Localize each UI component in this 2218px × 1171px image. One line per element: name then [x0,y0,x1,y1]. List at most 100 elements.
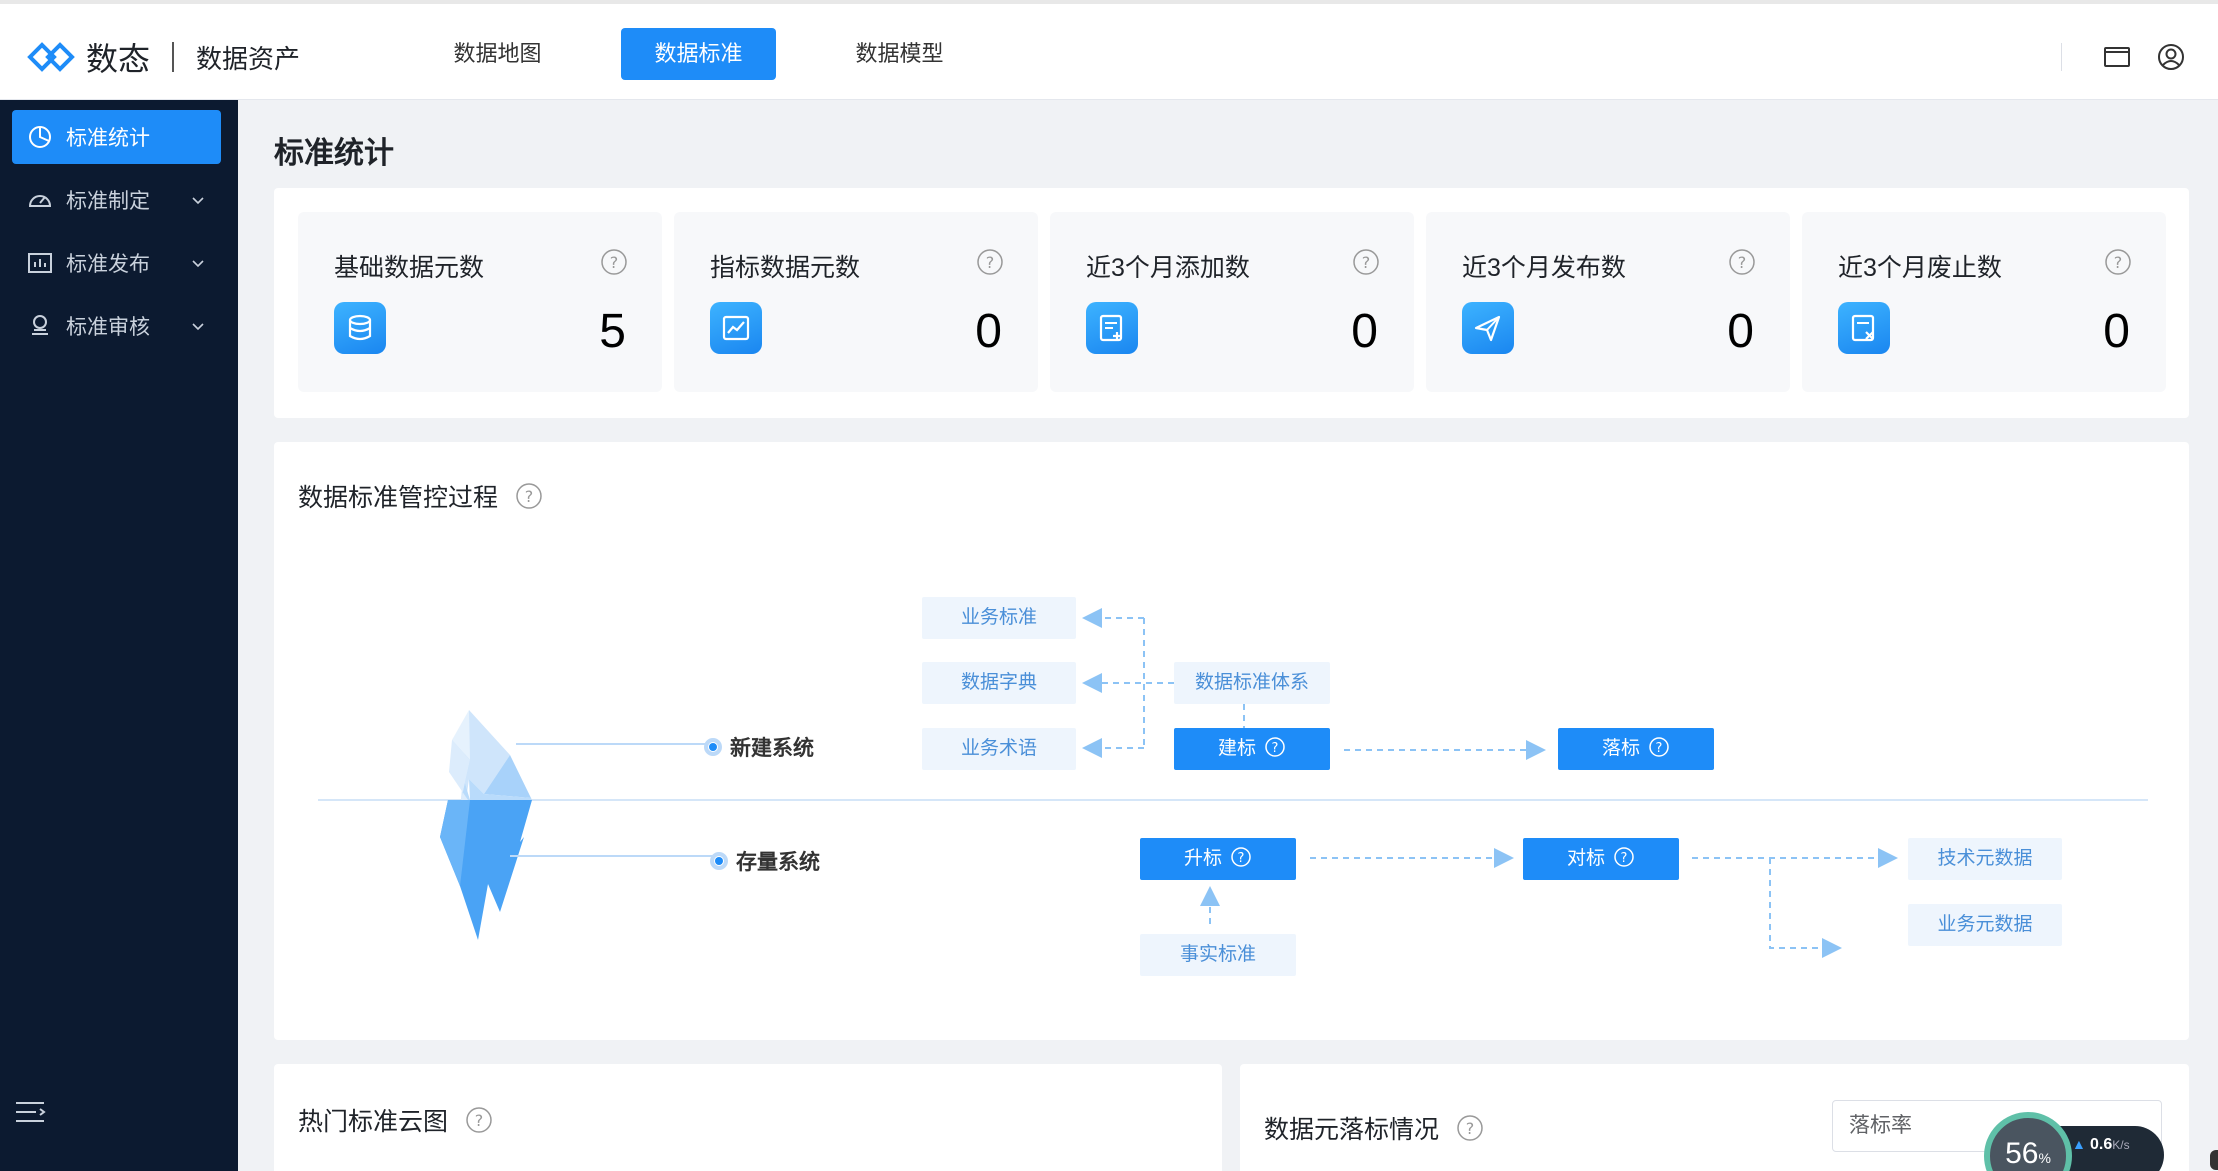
sidebar-item-label: 标准制定 [66,190,150,213]
upgrade-standard-button[interactable]: 升标? [1140,838,1296,880]
page-title: 标准统计 [274,137,394,170]
header-divider [2061,43,2062,71]
svg-text:?: ? [610,253,619,272]
usage-gauge: 56% [1984,1112,2072,1171]
dashboard-icon [28,195,52,207]
svg-text:?: ? [475,1111,484,1130]
pie-chart-icon [29,126,51,148]
business-terms-box[interactable]: 业务术语 [922,728,1076,770]
stat-card-abolished: 近3个月废止数 ? 0 [1802,212,2166,392]
data-dictionary-box[interactable]: 数据字典 [922,662,1076,704]
new-system-text: 新建系统 [730,737,814,760]
stat-label: 近3个月废止数 [1838,254,2002,282]
user-icon[interactable] [2156,42,2186,72]
stat-card-published: 近3个月发布数 ? 0 [1426,212,1790,392]
logo-icon [27,42,75,72]
stat-label: 近3个月发布数 [1462,254,1626,282]
help-icon[interactable]: ? [1230,846,1252,868]
land-label: 落标 [1601,738,1640,759]
speed-unit: K/s [2112,1138,2130,1152]
upload-arrow-icon: ▲ [2072,1136,2086,1152]
hot-cloud-title-text: 热门标准云图 [298,1108,449,1136]
window-icon[interactable] [2102,42,2132,72]
stat-card-basic: 基础数据元数 ? 5 [298,212,662,392]
speed-value: 0.6 [2090,1136,2113,1153]
new-system-label: 新建系统 [704,732,814,762]
usage-percent: 56 [2005,1137,2039,1170]
svg-text:?: ? [1238,851,1245,866]
svg-text:?: ? [1621,851,1628,866]
hot-standard-cloud-panel: 热门标准云图 ? [274,1064,1222,1171]
align-label: 对标 [1566,848,1605,869]
bullet-icon [704,738,722,756]
help-icon[interactable]: ? [976,248,1004,276]
line-chart-icon [710,302,762,354]
bar-chart-icon [28,253,52,273]
align-standard-button[interactable]: 对标? [1523,838,1679,880]
existing-system-label: 存量系统 [710,846,820,876]
stat-value: 0 [975,305,1002,358]
sidebar-item-stats[interactable]: 标准统计 [12,110,221,164]
build-standard-button[interactable]: 建标? [1174,728,1330,770]
help-icon[interactable]: ? [1455,1113,1485,1143]
stamp-icon [32,315,48,335]
svg-text:?: ? [1466,1119,1475,1138]
logo-divider [172,42,175,72]
nav-data-map[interactable]: 数据地图 [420,28,575,80]
logo[interactable]: 数态 数据资产 [26,34,300,80]
help-icon[interactable]: ? [1613,846,1635,868]
land-standard-button[interactable]: 落标? [1558,728,1714,770]
sidebar: 标准统计 标准制定 标准发布 标准审核 [0,100,238,1171]
business-metadata-box[interactable]: 业务元数据 [1908,904,2062,946]
help-icon[interactable]: ? [1728,248,1756,276]
menu-collapse-icon[interactable] [14,1097,48,1127]
help-icon[interactable]: ? [1352,248,1380,276]
help-icon[interactable]: ? [464,1105,494,1135]
sidebar-item-publish[interactable]: 标准发布 [12,236,221,290]
svg-text:?: ? [2114,253,2123,272]
edge-handle[interactable] [2210,1150,2218,1170]
stat-card-indicator: 指标数据元数 ? 0 [674,212,1038,392]
document-remove-icon [1838,302,1890,354]
send-icon [1462,302,1514,354]
help-icon[interactable]: ? [1264,736,1286,758]
sidebar-item-define[interactable]: 标准制定 [12,173,221,227]
standard-system-box[interactable]: 数据标准体系 [1174,662,1330,704]
bullet-icon [710,852,728,870]
database-icon [334,302,386,354]
sidebar-item-review[interactable]: 标准审核 [12,299,221,353]
svg-text:?: ? [1656,741,1663,756]
nav-data-standard[interactable]: 数据标准 [621,28,776,80]
help-icon[interactable]: ? [1648,736,1670,758]
stats-panel: 基础数据元数 ? 5 指标数据元数 ? 0 近3个月添加数 ? 0 近3个月发布… [274,188,2189,418]
header-actions [2061,42,2186,72]
business-standard-box[interactable]: 业务标准 [922,597,1076,639]
stat-value: 0 [1351,305,1378,358]
sidebar-item-label: 标准发布 [66,253,150,276]
top-header: 数态 数据资产 数据地图 数据标准 数据模型 [0,0,2218,100]
tech-metadata-box[interactable]: 技术元数据 [1908,838,2062,880]
process-panel: 数据标准管控过程 ? 新建系统 存量系统 业务标准 数据字典 业务术语 数据标准… [274,442,2189,1040]
stat-value: 0 [1727,305,1754,358]
stat-label: 基础数据元数 [334,254,485,282]
main-nav: 数据地图 数据标准 数据模型 [420,28,1023,80]
svg-text:?: ? [1272,741,1279,756]
help-icon[interactable]: ? [600,248,628,276]
svg-text:?: ? [1362,253,1371,272]
stat-card-added: 近3个月添加数 ? 0 [1050,212,1414,392]
logo-subtitle: 数据资产 [196,43,301,74]
stat-label: 指标数据元数 [710,254,861,282]
chevron-down-icon [192,197,204,205]
svg-text:?: ? [1738,253,1747,272]
svg-text:?: ? [986,253,995,272]
usage-unit: % [2038,1150,2051,1166]
stat-label: 近3个月添加数 [1086,254,1250,282]
existing-system-text: 存量系统 [736,851,820,874]
network-speed-widget[interactable]: 0.6K/s ▲ 56% [1984,1108,2164,1171]
stat-value: 5 [599,305,626,358]
help-icon[interactable]: ? [2104,248,2132,276]
chevron-down-icon [192,323,204,331]
fact-standard-box[interactable]: 事实标准 [1140,934,1296,976]
nav-data-model[interactable]: 数据模型 [822,28,977,80]
sidebar-item-label: 标准审核 [66,316,150,339]
